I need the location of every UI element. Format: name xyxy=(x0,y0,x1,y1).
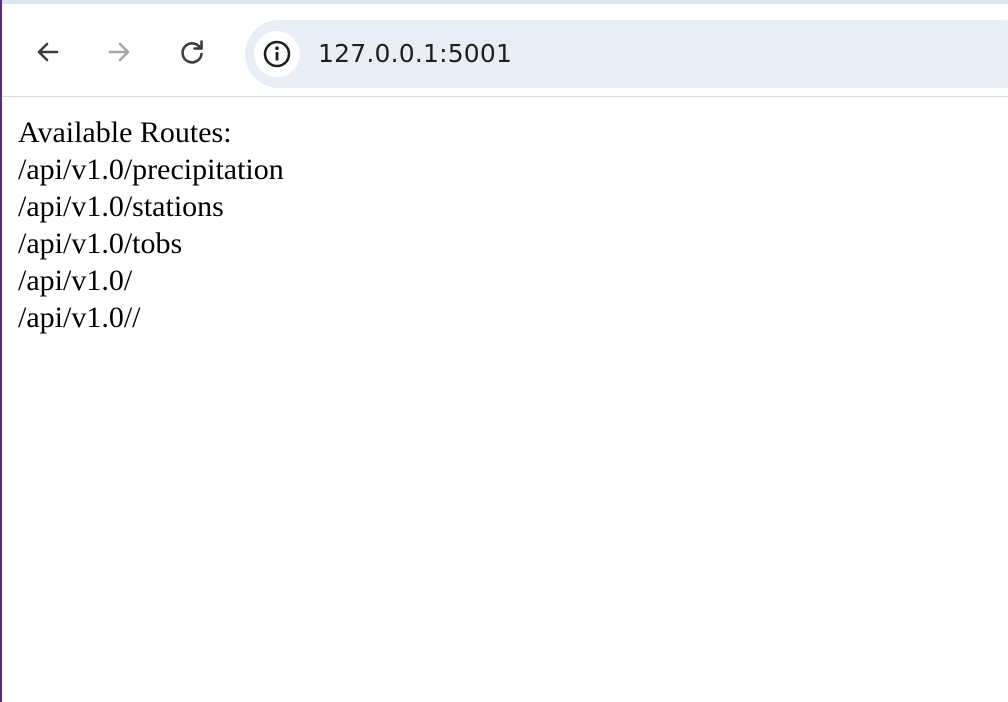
route-item: /api/v1.0/stations xyxy=(18,190,224,223)
toolbar-divider xyxy=(2,96,1008,97)
arrow-right-icon xyxy=(108,42,130,62)
route-item: /api/v1.0/precipitation xyxy=(18,153,284,186)
address-bar[interactable]: 127.0.0.1:5001 xyxy=(245,20,1008,88)
forward-button[interactable] xyxy=(101,34,137,70)
window-edge xyxy=(0,0,2,702)
browser-toolbar: 127.0.0.1:5001 xyxy=(2,4,1008,96)
back-button[interactable] xyxy=(30,34,66,70)
route-item: /api/v1.0/tobs xyxy=(18,227,183,260)
route-item: /api/v1.0/ xyxy=(18,264,133,297)
page-content: Available Routes: /api/v1.0/precipitatio… xyxy=(18,114,284,336)
info-icon xyxy=(263,40,291,68)
page-heading: Available Routes: xyxy=(18,116,232,149)
url-text[interactable]: 127.0.0.1:5001 xyxy=(318,37,512,71)
site-info-button[interactable] xyxy=(254,31,300,77)
reload-button[interactable] xyxy=(174,34,210,70)
browser-window: 127.0.0.1:5001 Available Routes: /api/v1… xyxy=(0,0,1008,702)
route-item: /api/v1.0// xyxy=(18,301,141,334)
reload-icon xyxy=(181,40,203,64)
arrow-left-icon xyxy=(37,42,59,62)
